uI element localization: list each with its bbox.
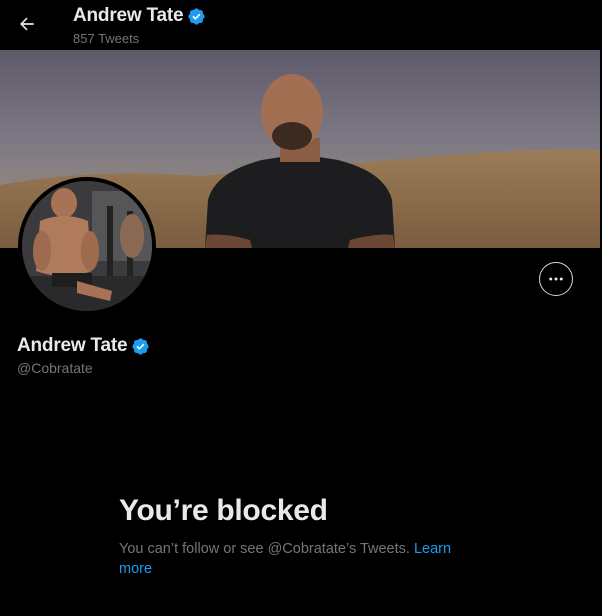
- blocked-message-text: You can’t follow or see @Cobratate’s Twe…: [119, 541, 410, 557]
- verified-badge-icon: [188, 7, 206, 25]
- header-title: Andrew Tate: [73, 5, 206, 27]
- blocked-message: You can’t follow or see @Cobratate’s Twe…: [119, 539, 479, 579]
- more-horizontal-icon: [549, 277, 563, 281]
- profile-name: Andrew Tate: [17, 335, 150, 357]
- verified-badge-icon: [132, 337, 150, 355]
- avatar-image: [22, 181, 152, 311]
- back-button[interactable]: [12, 9, 42, 39]
- profile-header: Andrew Tate 857 Tweets: [0, 0, 602, 50]
- blocked-title: You’re blocked: [119, 494, 328, 527]
- tweet-count: 857 Tweets: [73, 31, 140, 46]
- header-name: Andrew Tate: [73, 5, 184, 26]
- profile-handle: @Cobratate: [17, 360, 93, 376]
- profile-display-name: Andrew Tate: [17, 335, 128, 356]
- profile-avatar[interactable]: [18, 177, 156, 315]
- back-arrow-icon: [20, 17, 34, 31]
- more-options-button[interactable]: [539, 262, 573, 296]
